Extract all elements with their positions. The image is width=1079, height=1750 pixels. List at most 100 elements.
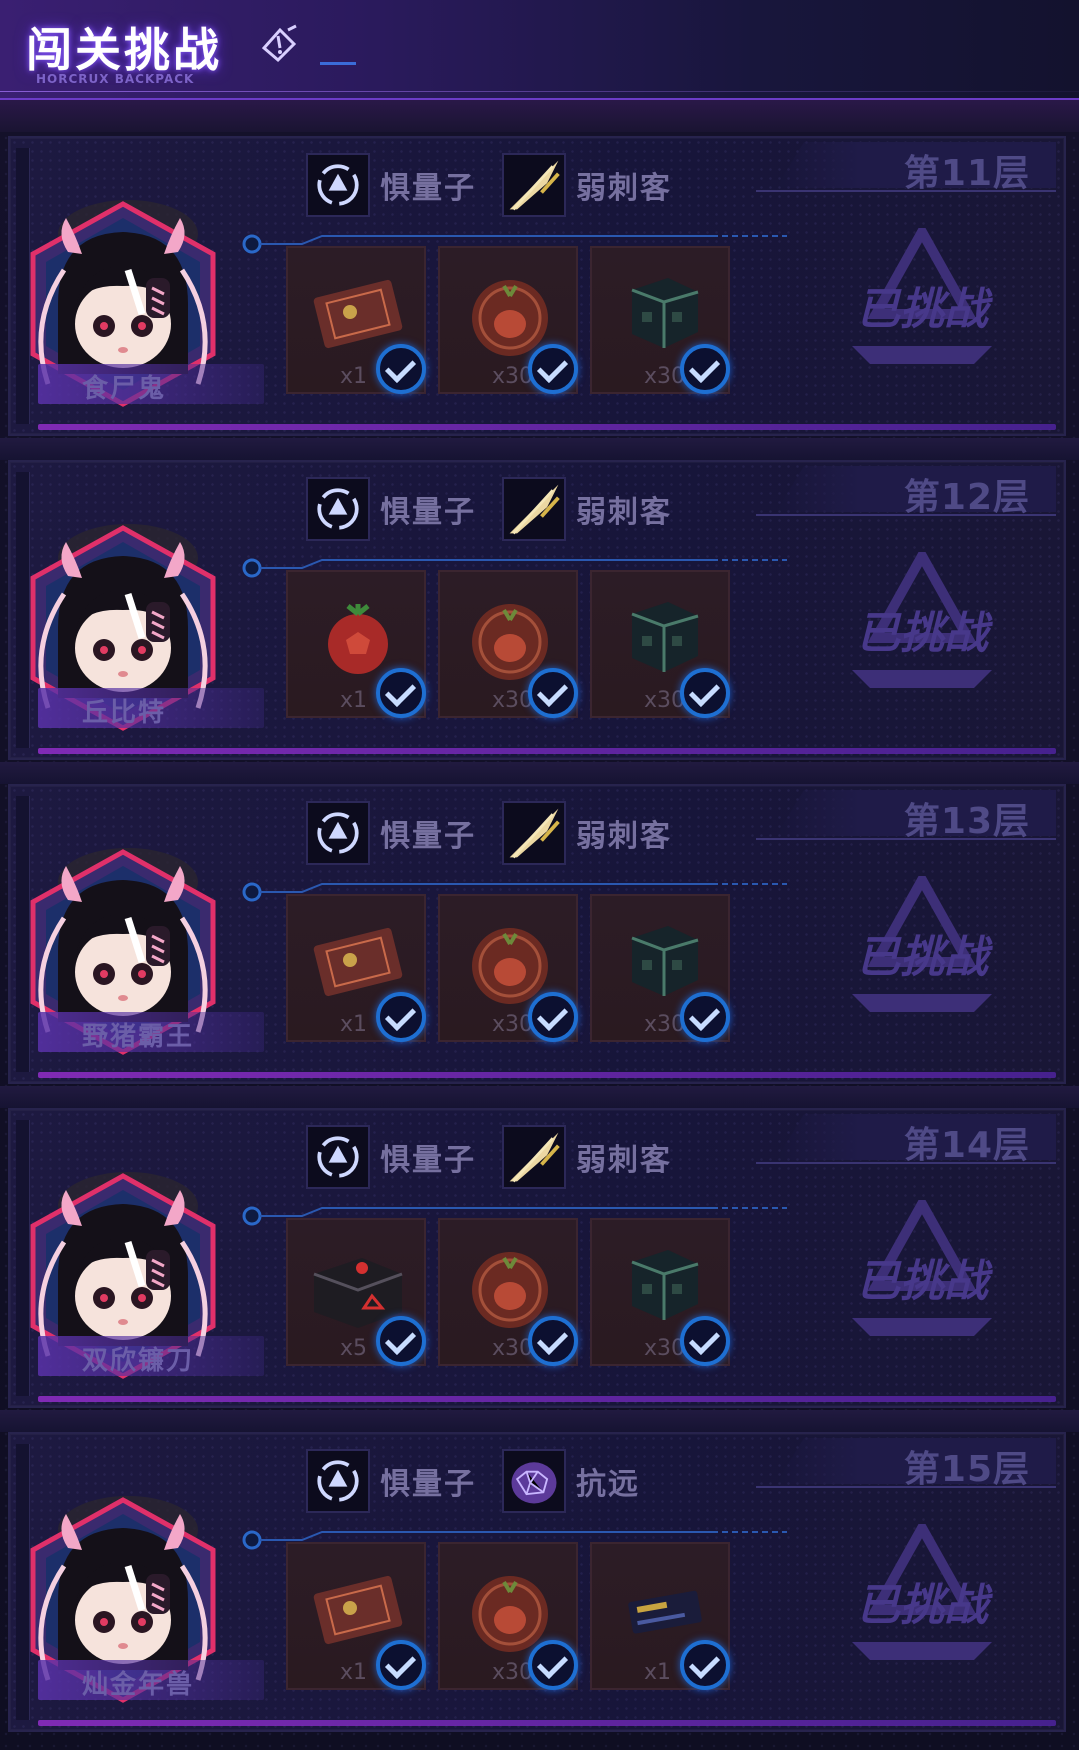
challenge-flag-icon [261, 24, 297, 63]
reward-quantity: x1 [340, 364, 368, 389]
enemy-trait-2: 弱刺客 [502, 474, 672, 544]
reward-quantity: x30 [492, 1660, 534, 1685]
quantum-icon [306, 801, 370, 865]
quantum-icon [306, 153, 370, 217]
reward-quantity: x5 [340, 1336, 368, 1361]
challenged-status-label: 已挑战 [856, 284, 993, 335]
enemy-label: 惧量子 [380, 171, 476, 206]
blade-icon [502, 801, 566, 865]
challenged-status-label: 已挑战 [856, 1580, 993, 1631]
reward-slot-3[interactable]: x30 [590, 570, 730, 718]
level-divider [0, 1410, 1079, 1432]
reward-slot-3[interactable]: x30 [590, 246, 730, 394]
quantum-icon [306, 1449, 370, 1513]
blade-icon [502, 1125, 566, 1189]
challenged-status-label: 已挑战 [856, 608, 993, 659]
reward-quantity: x30 [492, 1012, 534, 1037]
reward-slot-1[interactable]: x5 [286, 1218, 426, 1366]
claimed-check-icon [376, 1316, 426, 1366]
reward-quantity: x1 [644, 1660, 672, 1685]
claimed-check-icon [680, 344, 730, 394]
enemy-label: 惧量子 [380, 1467, 476, 1502]
enemy-trait-2: 弱刺客 [502, 1122, 672, 1192]
level-card-3[interactable]: 第13层 野猪霸王 惧量子 弱刺客 x1 x30 x30 已挑战 [8, 784, 1066, 1084]
quantum-icon [306, 1125, 370, 1189]
reward-slot-2[interactable]: x30 [438, 1218, 578, 1366]
claimed-check-icon [376, 344, 426, 394]
reward-quantity: x30 [492, 364, 534, 389]
page-title: 闯关挑战 [26, 23, 222, 77]
enemy-trait-1: 惧量子 [306, 150, 476, 220]
claimed-check-icon [376, 668, 426, 718]
boss-name: 双欣镰刀 [82, 1346, 195, 1376]
claimed-check-icon [528, 1316, 578, 1366]
reward-quantity: x30 [644, 1336, 686, 1361]
reward-quantity: x30 [492, 688, 534, 713]
floor-label: 第13层 [903, 801, 1030, 842]
reward-quantity: x30 [492, 1336, 534, 1361]
reward-slot-2[interactable]: x30 [438, 570, 578, 718]
claimed-check-icon [528, 668, 578, 718]
reward-quantity: x30 [644, 1012, 686, 1037]
reward-quantity: x1 [340, 1012, 368, 1037]
claimed-check-icon [376, 992, 426, 1042]
enemy-trait-1: 惧量子 [306, 1446, 476, 1516]
enemy-label: 弱刺客 [576, 819, 672, 854]
claimed-check-icon [680, 992, 730, 1042]
boss-name: 食尸鬼 [82, 374, 167, 404]
claimed-check-icon [680, 668, 730, 718]
claimed-check-icon [680, 1640, 730, 1690]
boss-name: 灿金年兽 [82, 1670, 195, 1700]
enemy-trait-1: 惧量子 [306, 474, 476, 544]
level-divider [0, 762, 1079, 784]
challenged-status-label: 已挑战 [856, 1256, 993, 1307]
reward-slot-1[interactable]: x1 [286, 1542, 426, 1690]
boss-name: 野猪霸王 [82, 1022, 195, 1052]
enemy-label: 抗远 [576, 1467, 640, 1502]
enemy-label: 惧量子 [380, 495, 476, 530]
enemy-label: 惧量子 [380, 1143, 476, 1178]
enemy-label: 弱刺客 [576, 1143, 672, 1178]
floor-label: 第11层 [903, 153, 1030, 194]
reward-slot-3[interactable]: x30 [590, 894, 730, 1042]
enemy-trait-2: 抗远 [502, 1446, 640, 1516]
card-bottom-glow [38, 748, 1056, 754]
reward-slot-3[interactable]: x1 [590, 1542, 730, 1690]
reward-slot-2[interactable]: x30 [438, 1542, 578, 1690]
enemy-trait-1: 惧量子 [306, 1122, 476, 1192]
reward-quantity: x30 [644, 364, 686, 389]
claimed-check-icon [528, 344, 578, 394]
level-divider [0, 438, 1079, 460]
blade-icon [502, 477, 566, 541]
claimed-check-icon [680, 1316, 730, 1366]
reward-slot-1[interactable]: x1 [286, 570, 426, 718]
level-card-5[interactable]: 第15层 灿金年兽 惧量子 抗远 x1 x30 x1 已挑战 [8, 1432, 1066, 1732]
challenged-stamp: 已挑战 [852, 228, 993, 364]
claimed-check-icon [528, 1640, 578, 1690]
card-bottom-glow [38, 1072, 1056, 1078]
level-card-4[interactable]: 第14层 双欣镰刀 惧量子 弱刺客 x5 x30 x30 已挑战 [8, 1108, 1066, 1408]
claimed-check-icon [528, 992, 578, 1042]
reward-slot-1[interactable]: x1 [286, 894, 426, 1042]
reward-quantity: x1 [340, 688, 368, 713]
challenged-status-label: 已挑战 [856, 932, 993, 983]
boss-name: 丘比特 [82, 698, 167, 728]
enemy-label: 弱刺客 [576, 171, 672, 206]
reward-slot-2[interactable]: x30 [438, 246, 578, 394]
shell-icon [502, 1449, 566, 1513]
reward-slot-1[interactable]: x1 [286, 246, 426, 394]
level-card-1[interactable]: 第11层 食尸鬼 惧量子 弱刺客 x1 x30 x30 已挑战 [8, 136, 1066, 436]
blade-icon [502, 153, 566, 217]
title-underline [320, 62, 356, 65]
page-subtitle: HORCRUX BACKPACK [36, 72, 195, 86]
floor-label: 第14层 [903, 1125, 1030, 1166]
card-bottom-glow [38, 1720, 1056, 1726]
card-bottom-glow [38, 424, 1056, 430]
reward-slot-2[interactable]: x30 [438, 894, 578, 1042]
quantum-icon [306, 477, 370, 541]
enemy-trait-2: 弱刺客 [502, 798, 672, 868]
header-strip [0, 100, 1079, 132]
level-card-2[interactable]: 第12层 丘比特 惧量子 弱刺客 x1 x30 x30 已挑战 [8, 460, 1066, 760]
page-header: 闯关挑战 HORCRUX BACKPACK [0, 0, 1079, 100]
reward-slot-3[interactable]: x30 [590, 1218, 730, 1366]
